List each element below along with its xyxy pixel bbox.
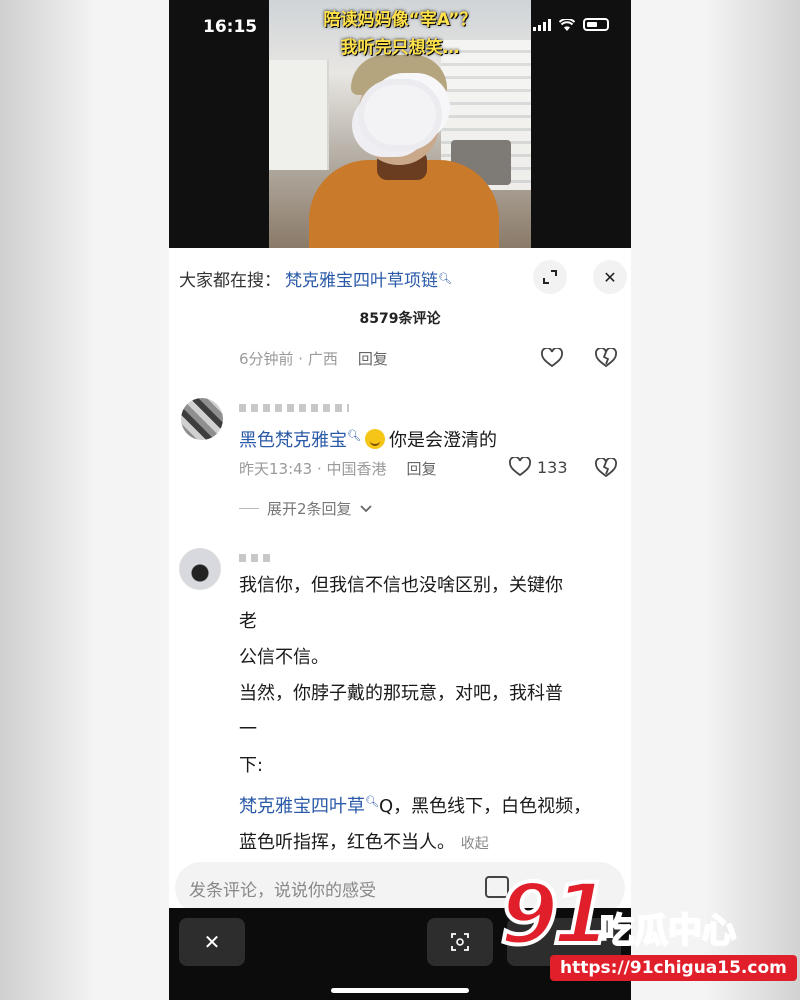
watermark-logo: 91 吃瓜中心 https://91chigua15.com bbox=[498, 863, 800, 1000]
face-blur-sticker bbox=[364, 85, 436, 145]
comment-line: 一 bbox=[239, 719, 257, 740]
like-button[interactable]: 133 bbox=[509, 457, 568, 477]
divider-line bbox=[239, 508, 259, 509]
search-prefix: 大家都在搜： bbox=[179, 271, 281, 291]
video-caption-line1: 陪读妈妈像“宰A”？ bbox=[323, 10, 477, 30]
comment-input-placeholder: 发条评论，说说你的感受 bbox=[189, 880, 376, 901]
kitchen-cabinet bbox=[269, 60, 329, 170]
chevron-down-icon bbox=[359, 504, 372, 512]
comment-meta: 昨天13:43 · 中国香港 回复 bbox=[239, 458, 437, 479]
watermark-text: 吃瓜中心 bbox=[599, 910, 737, 952]
username-blurred[interactable] bbox=[239, 554, 273, 562]
comment-line: 我信你，但我信不信也没啥区别，关键你 bbox=[239, 575, 563, 596]
video-player[interactable]: 陪读妈妈像“宰A”？ 我听完只想笑… 16:15 bbox=[169, 0, 631, 248]
scan-button[interactable] bbox=[427, 918, 493, 966]
close-sheet-button[interactable]: ✕ bbox=[593, 260, 627, 294]
expand-replies-button[interactable]: 展开2条回复 bbox=[239, 498, 372, 519]
comment-sheet: 大家都在搜： 梵克雅宝四叶草项链 🔍︎ ✕ 8579条评论 6分钟前 · 广西 … bbox=[169, 248, 631, 908]
status-icons bbox=[533, 18, 609, 31]
expand-replies-label: 展开2条回复 bbox=[267, 500, 352, 518]
collapse-button[interactable]: 收起 bbox=[461, 836, 489, 852]
signal-icon bbox=[533, 18, 551, 31]
comment-line: 公信不信。 bbox=[239, 647, 329, 668]
close-icon: ✕ bbox=[603, 267, 617, 287]
search-icon: 🔍︎ bbox=[438, 272, 452, 285]
scan-icon bbox=[451, 933, 469, 951]
comment-meta: 6分钟前 · 广西 回复 bbox=[239, 348, 388, 369]
video-caption-line2: 我听完只想笑… bbox=[340, 38, 460, 58]
like-icon[interactable] bbox=[541, 348, 563, 368]
keyword-link[interactable]: 梵克雅宝四叶草 bbox=[239, 796, 365, 817]
status-time: 16:15 bbox=[203, 17, 258, 37]
like-count: 133 bbox=[537, 457, 568, 477]
search-icon: 🔍︎ bbox=[347, 429, 361, 442]
comment-line: 当然，你脖子戴的那玩意，对吧，我科普 bbox=[239, 683, 563, 704]
smile-emoji-icon bbox=[364, 429, 385, 449]
username-blurred[interactable] bbox=[239, 404, 349, 412]
comment-line-rest: Q，黑色线下，白色视频， bbox=[378, 796, 592, 817]
expand-icon bbox=[543, 270, 557, 284]
comment-line: 老 bbox=[239, 611, 257, 632]
wifi-icon bbox=[559, 18, 575, 31]
comment-line: 下: bbox=[239, 755, 264, 776]
comment-text: 黑色梵克雅宝🔍︎ 你是会澄清的 bbox=[239, 418, 497, 459]
comment-count: 8579条评论 bbox=[359, 311, 441, 327]
comment-line: 梵克雅宝四叶草🔍︎Q，黑色线下，白色视频， bbox=[239, 784, 591, 825]
watermark-number: 91 bbox=[498, 863, 613, 965]
comment-text: 我信你，但我信不信也没啥区别，关键你 老 公信不信。 当然，你脖子戴的那玩意，对… bbox=[239, 568, 591, 862]
comment-body: 你是会澄清的 bbox=[388, 430, 497, 451]
dislike-icon[interactable] bbox=[595, 458, 617, 478]
avatar[interactable] bbox=[179, 548, 221, 590]
close-button[interactable]: ✕ bbox=[179, 918, 245, 966]
comment-time: 昨天13:43 · 中国香港 bbox=[239, 460, 387, 478]
search-suggestion[interactable]: 大家都在搜： 梵克雅宝四叶草项链 🔍︎ bbox=[179, 266, 452, 291]
home-indicator bbox=[331, 988, 469, 993]
expand-button[interactable] bbox=[533, 260, 567, 294]
close-icon: ✕ bbox=[203, 930, 221, 954]
reply-button[interactable]: 回复 bbox=[358, 348, 388, 369]
like-icon bbox=[509, 457, 531, 477]
battery-icon bbox=[583, 18, 609, 31]
reply-button[interactable]: 回复 bbox=[407, 458, 437, 479]
search-suggestion-link[interactable]: 梵克雅宝四叶草项链 bbox=[285, 266, 438, 291]
comment-line: 蓝色听指挥，红色不当人。 收起 bbox=[239, 825, 591, 862]
keyword-link[interactable]: 黑色梵克雅宝 bbox=[239, 430, 347, 451]
dislike-icon[interactable] bbox=[595, 348, 617, 368]
comment-line-text: 蓝色听指挥，红色不当人。 bbox=[239, 832, 455, 853]
phone-screen: 陪读妈妈像“宰A”？ 我听完只想笑… 16:15 大家都在搜： 梵克雅宝四叶草项… bbox=[169, 0, 631, 1000]
search-icon: 🔍︎ bbox=[365, 795, 379, 808]
watermark-url: https://91chigua15.com bbox=[550, 955, 797, 981]
video-caption: 陪读妈妈像“宰A”？ 我听完只想笑… bbox=[269, 6, 531, 62]
comment-time: 6分钟前 · 广西 bbox=[239, 350, 338, 368]
avatar[interactable] bbox=[181, 398, 223, 440]
